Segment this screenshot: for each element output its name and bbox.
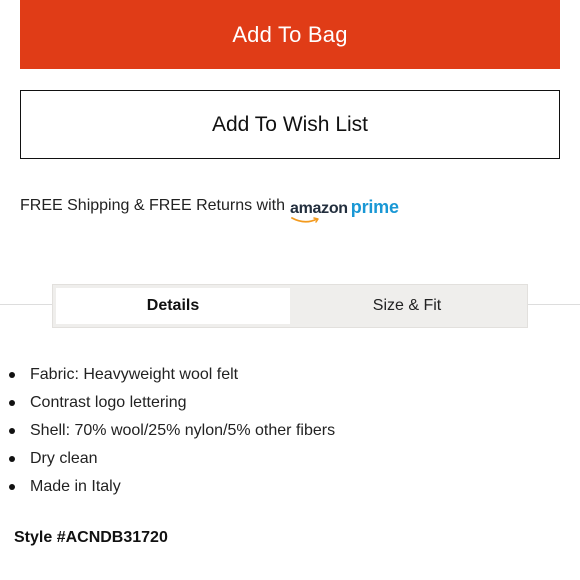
- bullet-text: Contrast logo lettering: [30, 394, 187, 411]
- bullet-icon: [9, 372, 15, 378]
- tab-size-and-fit[interactable]: Size & Fit: [290, 288, 524, 324]
- amazon-wordmark: amazon: [290, 199, 348, 217]
- amazon-smile-icon: [291, 216, 319, 223]
- product-purchase-panel: Add To Bag Add To Wish List FREE Shippin…: [0, 0, 580, 580]
- bullet-icon: [9, 400, 15, 406]
- shipping-text: FREE Shipping & FREE Returns with: [20, 197, 285, 214]
- shipping-info: FREE Shipping & FREE Returns with amazon…: [20, 194, 399, 223]
- bullet-icon: [9, 456, 15, 462]
- prime-wordmark: prime: [350, 196, 399, 217]
- bullet-text: Shell: 70% wool/25% nylon/5% other fiber…: [30, 422, 336, 439]
- product-info-tabs: Details Size & Fit: [52, 284, 528, 328]
- tab-details[interactable]: Details: [56, 288, 290, 324]
- details-bullet-list: Fabric: Heavyweight wool felt Contrast l…: [8, 361, 335, 501]
- list-item: Made in Italy: [8, 473, 335, 501]
- add-to-bag-button[interactable]: Add To Bag: [20, 0, 560, 69]
- list-item: Contrast logo lettering: [8, 389, 335, 417]
- list-item: Fabric: Heavyweight wool felt: [8, 361, 335, 389]
- bullet-text: Dry clean: [30, 450, 98, 467]
- bullet-icon: [9, 428, 15, 434]
- amazon-prime-logo: amazon prime: [290, 196, 399, 223]
- add-to-wish-list-button[interactable]: Add To Wish List: [20, 90, 560, 159]
- bullet-text: Fabric: Heavyweight wool felt: [30, 366, 239, 383]
- list-item: Shell: 70% wool/25% nylon/5% other fiber…: [8, 417, 335, 445]
- list-item: Dry clean: [8, 445, 335, 473]
- bullet-text: Made in Italy: [30, 478, 121, 495]
- style-number: Style #ACNDB31720: [14, 529, 168, 546]
- bullet-icon: [9, 484, 15, 490]
